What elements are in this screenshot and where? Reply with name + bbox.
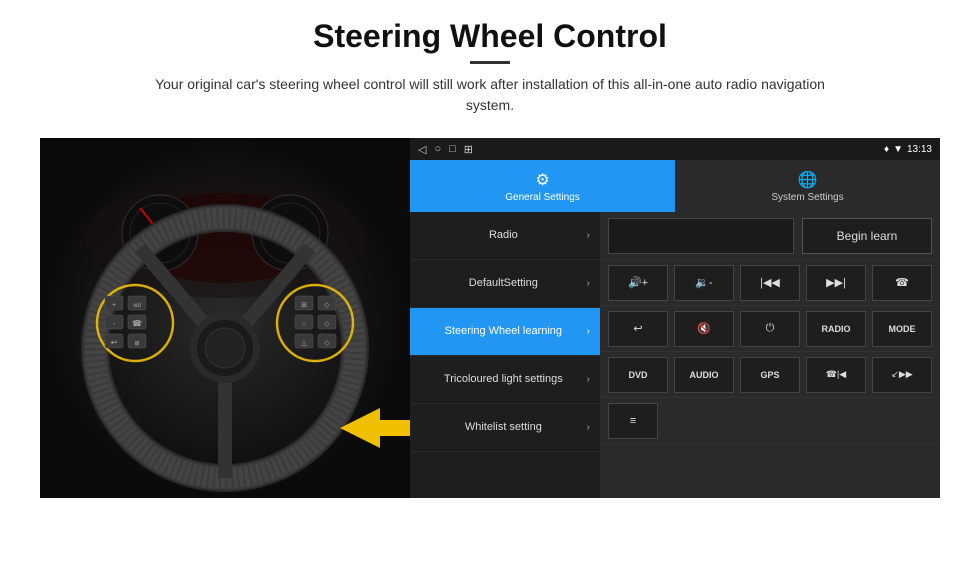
- power-button[interactable]: ⏻: [740, 311, 800, 347]
- globe-icon: 🌐: [798, 170, 818, 190]
- list-icon: ≡: [630, 415, 636, 427]
- power-icon: ⏻: [766, 322, 775, 335]
- chevron-icon-tricoloured: ›: [587, 374, 590, 385]
- page-title: Steering Wheel Control: [40, 18, 940, 55]
- answer-icon: ↩: [633, 322, 642, 335]
- home-icon[interactable]: ○: [434, 143, 441, 155]
- mode-label: MODE: [889, 324, 916, 334]
- top-tabs: ⚙ General Settings 🌐 System Settings: [410, 160, 940, 212]
- next-track-button[interactable]: ▶▶|: [806, 265, 866, 301]
- mute-button[interactable]: 🔇: [674, 311, 734, 347]
- prev-icon: |◀◀: [760, 276, 780, 289]
- gps-button[interactable]: GPS: [740, 357, 800, 393]
- title-section: Steering Wheel Control Your original car…: [40, 18, 940, 116]
- menu-default-label: DefaultSetting: [420, 276, 587, 290]
- svg-text:⊞: ⊞: [301, 302, 307, 309]
- steering-wheel-panel: + vol - ☎ ↩ ⊞ ⊞ ◇ ○ ◇ △: [40, 138, 410, 498]
- controls-panel: Begin learn 🔊+ 🔉- |◀◀: [600, 212, 940, 498]
- menu-radio-label: Radio: [420, 228, 587, 242]
- status-bar-right: ♦ ▼ 13:13: [884, 144, 932, 155]
- page-subtitle: Your original car's steering wheel contr…: [130, 74, 850, 116]
- vol-up-button[interactable]: 🔊+: [608, 265, 668, 301]
- list-icon-button[interactable]: ≡: [608, 403, 658, 439]
- chevron-icon-steering: ›: [587, 326, 590, 337]
- back-icon[interactable]: ◁: [418, 143, 426, 156]
- vol-down-icon: 🔉-: [695, 276, 712, 289]
- mode-button[interactable]: MODE: [872, 311, 932, 347]
- begin-learn-button[interactable]: Begin learn: [802, 218, 932, 254]
- control-row-2: 🔊+ 🔉- |◀◀ ▶▶| ☎: [600, 260, 940, 306]
- chevron-icon-default: ›: [587, 278, 590, 289]
- tab-system-label: System Settings: [771, 192, 843, 203]
- recent-icon[interactable]: □: [449, 143, 456, 155]
- status-bar-nav: ◁ ○ □ ⊞: [418, 143, 473, 156]
- menu-steering-label: Steering Wheel learning: [420, 324, 587, 338]
- audio-button[interactable]: AUDIO: [674, 357, 734, 393]
- menu-item-whitelist[interactable]: Whitelist setting ›: [410, 404, 600, 452]
- vol-down-button[interactable]: 🔉-: [674, 265, 734, 301]
- time-display: 13:13: [907, 144, 932, 155]
- page-container: Steering Wheel Control Your original car…: [0, 0, 980, 564]
- control-row-3: ↩ 🔇 ⏻ RADIO MODE: [600, 306, 940, 352]
- svg-text:△: △: [301, 340, 307, 347]
- phone-prev-icon: ☎|◀: [826, 369, 846, 380]
- svg-text:◇: ◇: [324, 340, 330, 347]
- title-divider: [470, 61, 510, 64]
- svg-text:◇: ◇: [324, 321, 330, 328]
- audio-label: AUDIO: [690, 370, 719, 380]
- menu-item-steering[interactable]: Steering Wheel learning ›: [410, 308, 600, 356]
- svg-text:vol: vol: [133, 303, 141, 309]
- signal-icon: ▼: [893, 144, 903, 155]
- key-display-box: [608, 218, 794, 254]
- gear-icon: ⚙: [535, 170, 549, 190]
- control-row-5: ≡: [600, 398, 940, 444]
- head-unit-panel: ◁ ○ □ ⊞ ♦ ▼ 13:13 ⚙ General Settings: [410, 138, 940, 498]
- svg-text:⊞: ⊞: [134, 341, 139, 347]
- control-row-1: Begin learn: [600, 212, 940, 260]
- menu-tricoloured-label: Tricoloured light settings: [420, 372, 587, 386]
- control-row-4: DVD AUDIO GPS ☎|◀ ↙▶▶: [600, 352, 940, 398]
- tab-general-label: General Settings: [505, 192, 580, 203]
- svg-text:☎: ☎: [132, 319, 142, 328]
- gps-icon: ♦: [884, 144, 889, 155]
- vol-up-icon: 🔊+: [628, 276, 648, 289]
- svg-text:↩: ↩: [111, 338, 118, 347]
- phone-prev-button[interactable]: ☎|◀: [806, 357, 866, 393]
- main-content: Radio › DefaultSetting › Steering Wheel …: [410, 212, 940, 498]
- chevron-icon-whitelist: ›: [587, 422, 590, 433]
- status-bar: ◁ ○ □ ⊞ ♦ ▼ 13:13: [410, 138, 940, 160]
- radio-button[interactable]: RADIO: [806, 311, 866, 347]
- phone-button[interactable]: ☎: [872, 265, 932, 301]
- gps-label: GPS: [760, 370, 779, 380]
- tab-system-settings[interactable]: 🌐 System Settings: [675, 160, 940, 212]
- menu-icon[interactable]: ⊞: [464, 143, 473, 156]
- menu-item-radio[interactable]: Radio ›: [410, 212, 600, 260]
- answer-button[interactable]: ↩: [608, 311, 668, 347]
- mute-icon: 🔇: [697, 322, 711, 335]
- chevron-icon-radio: ›: [587, 230, 590, 241]
- back-next-icon: ↙▶▶: [891, 369, 912, 380]
- radio-label: RADIO: [822, 324, 851, 334]
- phone-icon: ☎: [895, 276, 909, 289]
- content-row: + vol - ☎ ↩ ⊞ ⊞ ◇ ○ ◇ △: [40, 138, 940, 498]
- svg-text:○: ○: [302, 321, 306, 328]
- prev-track-button[interactable]: |◀◀: [740, 265, 800, 301]
- menu-list: Radio › DefaultSetting › Steering Wheel …: [410, 212, 600, 498]
- dvd-button[interactable]: DVD: [608, 357, 668, 393]
- menu-item-tricoloured[interactable]: Tricoloured light settings ›: [410, 356, 600, 404]
- svg-text:+: +: [112, 302, 116, 309]
- svg-text:◇: ◇: [324, 302, 330, 309]
- next-icon: ▶▶|: [826, 276, 846, 289]
- back-next-button[interactable]: ↙▶▶: [872, 357, 932, 393]
- dvd-label: DVD: [628, 370, 647, 380]
- tab-general-settings[interactable]: ⚙ General Settings: [410, 160, 675, 212]
- menu-item-default[interactable]: DefaultSetting ›: [410, 260, 600, 308]
- menu-whitelist-label: Whitelist setting: [420, 420, 587, 434]
